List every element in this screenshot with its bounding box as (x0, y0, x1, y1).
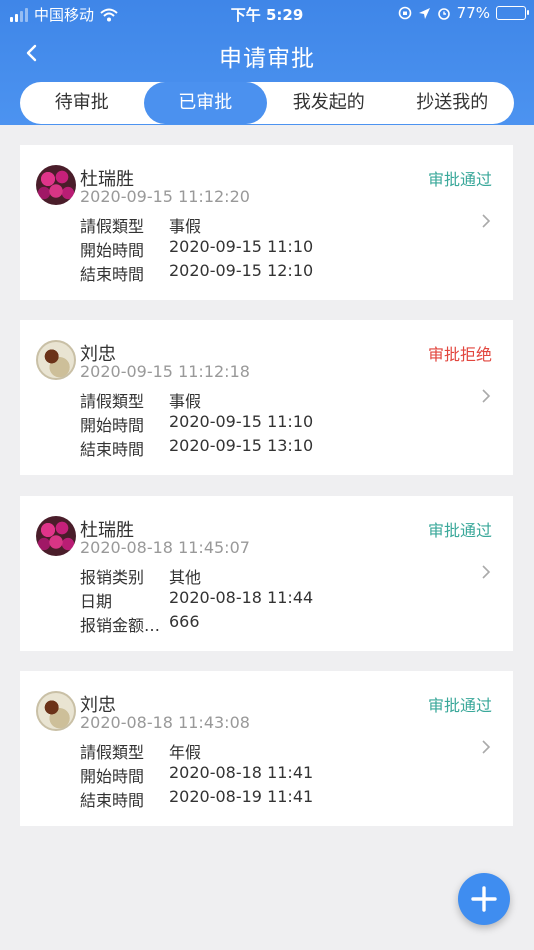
chevron-right-icon (482, 389, 491, 403)
detail-value: 年假 (169, 743, 202, 762)
avatar (36, 516, 76, 556)
tab-initiated-by-me[interactable]: 我发起的 (267, 82, 391, 124)
detail-value: 2020-09-15 11:10 (169, 412, 314, 431)
detail-row: 開始時間 2020-09-15 11:10 (80, 412, 313, 436)
status-bar: 中国移动 下午 5:29 77% (0, 0, 534, 28)
approval-card[interactable]: 刘忠 2020-08-18 11:43:08 审批通过 請假類型 年假 開始時間 2… (20, 671, 513, 826)
status-badge: 审批通过 (427, 170, 492, 189)
battery-percent: 77% (456, 4, 490, 22)
detail-key: 日期 (80, 592, 113, 611)
detail-value: 事假 (169, 392, 202, 411)
detail-value: 2020-09-15 13:10 (169, 436, 314, 455)
chevron-right-icon (482, 565, 491, 579)
avatar (36, 165, 76, 205)
detail-value: 其他 (169, 568, 202, 587)
alarm-icon (437, 8, 450, 20)
detail-key: 結束時間 (80, 791, 145, 810)
submit-time: 2020-08-18 11:43:08 (80, 713, 250, 732)
tab-pending[interactable]: 待审批 (20, 82, 144, 124)
chevron-right-icon (482, 214, 491, 228)
app-header: 中国移动 下午 5:29 77% 申请审批 待审批 已审批 我发起的 抄送我的 (0, 0, 534, 125)
detail-value: 2020-09-15 11:10 (169, 237, 314, 256)
detail-row: 請假類型 事假 (80, 388, 201, 412)
submit-time: 2020-09-15 11:12:18 (80, 362, 250, 381)
detail-row: 結束時間 2020-08-19 11:41 (80, 787, 313, 811)
detail-key: 結束時間 (80, 440, 145, 459)
detail-key: 报销金额… (80, 616, 161, 635)
add-button[interactable] (458, 873, 510, 925)
detail-row: 日期 2020-08-18 11:44 (80, 588, 313, 612)
detail-row: 請假類型 年假 (80, 739, 201, 763)
detail-key: 請假類型 (80, 217, 145, 236)
detail-key: 請假類型 (80, 392, 145, 411)
avatar (36, 691, 76, 731)
detail-key: 請假類型 (80, 743, 145, 762)
detail-row: 报销金额… 666 (80, 612, 200, 636)
submit-time: 2020-09-15 11:12:20 (80, 187, 250, 206)
location-icon (418, 7, 430, 19)
detail-key: 报销类别 (80, 568, 145, 587)
detail-row: 結束時間 2020-09-15 13:10 (80, 436, 313, 460)
detail-row: 請假類型 事假 (80, 213, 201, 237)
detail-key: 開始時間 (80, 416, 145, 435)
detail-row: 開始時間 2020-08-18 11:41 (80, 763, 313, 787)
orientation-lock-icon (398, 6, 411, 20)
chevron-right-icon (482, 740, 491, 754)
page-title: 申请审批 (219, 46, 315, 72)
avatar (36, 340, 76, 380)
tab-approved[interactable]: 已审批 (143, 82, 267, 124)
detail-row: 開始時間 2020-09-15 11:10 (80, 237, 313, 261)
detail-value: 666 (169, 612, 200, 631)
detail-value: 2020-09-15 12:10 (169, 261, 314, 280)
battery-icon (496, 6, 529, 20)
detail-row: 結束時間 2020-09-15 12:10 (80, 261, 313, 285)
detail-key: 開始時間 (80, 241, 145, 260)
plus-icon (471, 886, 497, 912)
status-badge: 审批通过 (427, 521, 492, 540)
tab-cc-to-me[interactable]: 抄送我的 (391, 82, 515, 124)
detail-value: 2020-08-18 11:41 (169, 763, 314, 782)
approval-card[interactable]: 杜瑞胜 2020-09-15 11:12:20 审批通过 請假類型 事假 開始時間… (20, 145, 513, 300)
approval-card[interactable]: 刘忠 2020-09-15 11:12:18 审批拒绝 請假類型 事假 開始時間 2… (20, 320, 513, 475)
detail-value: 事假 (169, 217, 202, 236)
detail-row: 报销类别 其他 (80, 564, 201, 588)
detail-key: 結束時間 (80, 265, 145, 284)
tab-bar: 待审批 已审批 我发起的 抄送我的 (20, 82, 514, 124)
detail-value: 2020-08-19 11:41 (169, 787, 314, 806)
status-badge: 审批拒绝 (427, 345, 492, 364)
submit-time: 2020-08-18 11:45:07 (80, 538, 250, 557)
approval-card[interactable]: 杜瑞胜 2020-08-18 11:45:07 审批通过 报销类别 其他 日期 20… (20, 496, 513, 651)
detail-key: 開始時間 (80, 767, 145, 786)
status-badge: 审批通过 (427, 696, 492, 715)
detail-value: 2020-08-18 11:44 (169, 588, 314, 607)
nav-bar: 申请审批 (0, 30, 534, 78)
